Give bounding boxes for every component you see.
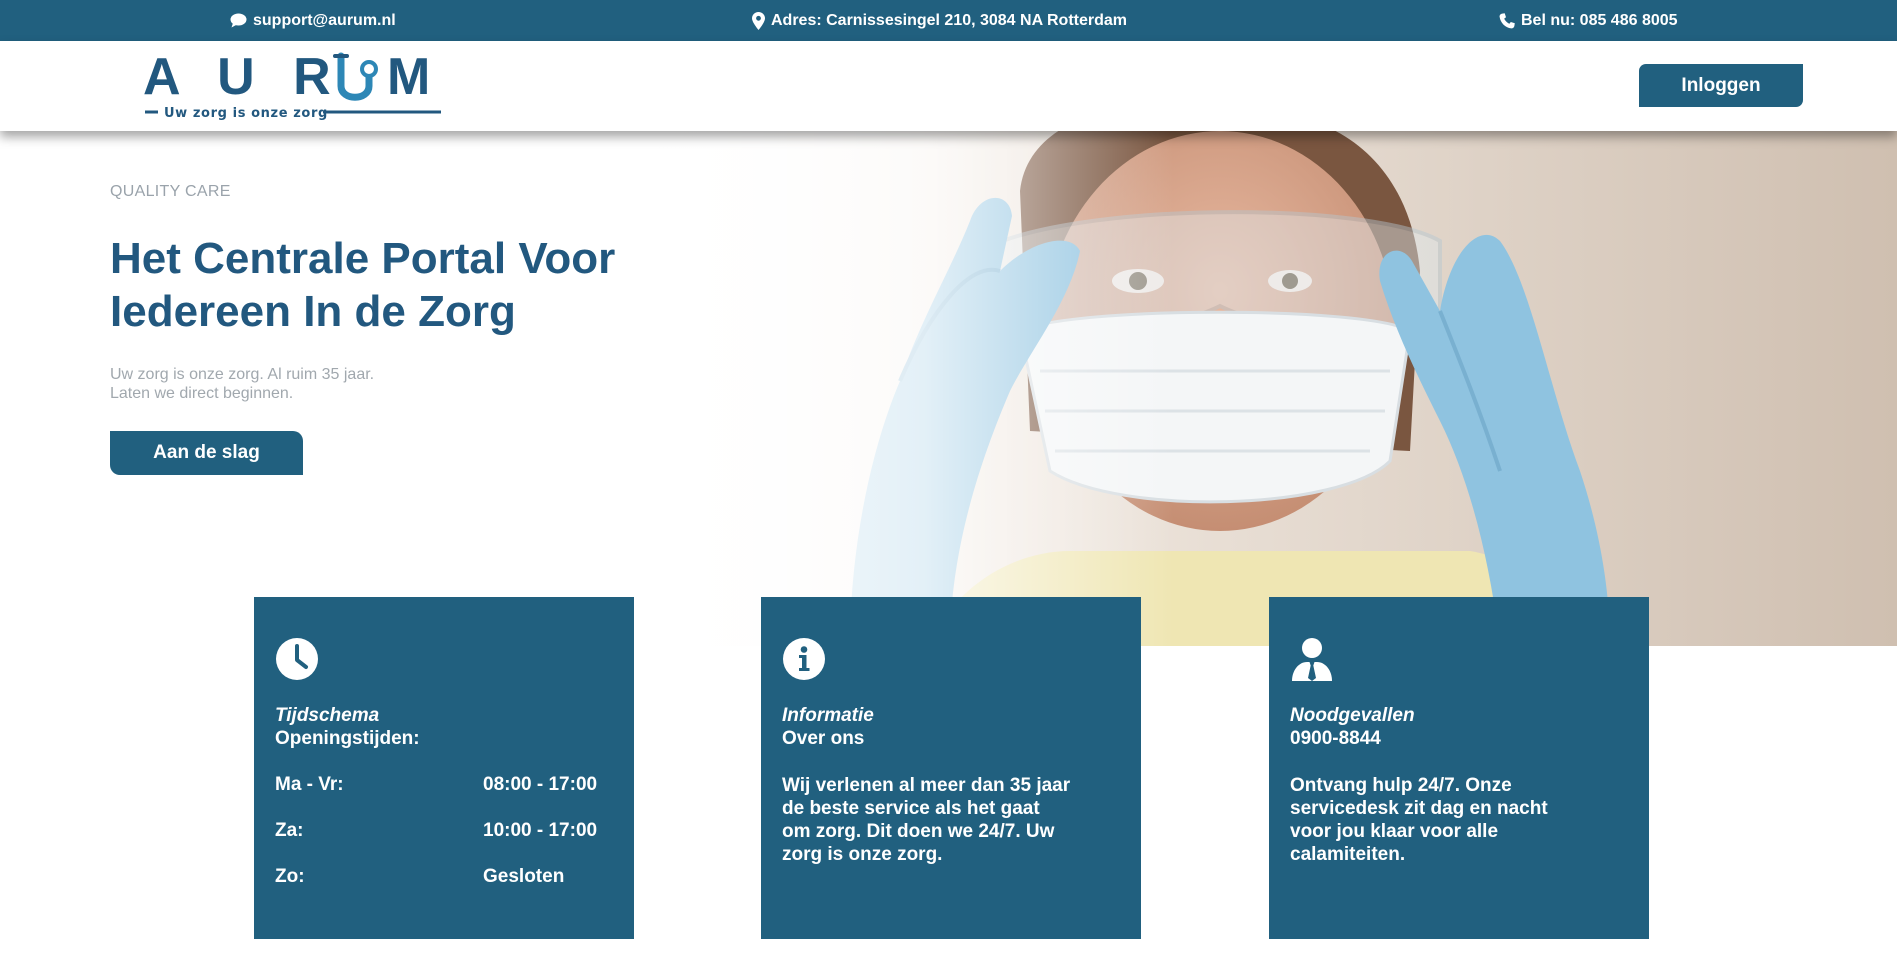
info-card: Informatie Over ons Wij verlenen al meer…	[761, 597, 1141, 939]
clock-icon	[276, 638, 318, 680]
hero-subtext-line-1: Uw zorg is onze zorg. Al ruim 35 jaar.	[110, 366, 375, 383]
logo-tagline: Uw zorg is onze zorg	[164, 106, 328, 121]
emergency-card-body: Ontvang hulp 24/7. Onze servicedesk zit …	[1290, 775, 1548, 865]
hero-kicker: QUALITY CARE	[110, 183, 231, 200]
stethoscope-icon	[333, 52, 378, 101]
emergency-card: Noodgevallen 0900-8844 Ontvang hulp 24/7…	[1269, 597, 1649, 939]
phone-contact[interactable]: Bel nu: 085 486 8005	[1499, 0, 1678, 41]
hero-subtext-line-2: Laten we direct beginnen.	[110, 385, 294, 402]
schedule-time: Gesloten	[483, 866, 565, 887]
hero-section: QUALITY CARE Het Centrale Portal Voor Ie…	[0, 131, 1897, 646]
schedule-time: 10:00 - 17:00	[483, 820, 598, 841]
info-card-subtitle: Over ons	[782, 728, 865, 749]
phone-text[interactable]: Bel nu: 085 486 8005	[1521, 12, 1678, 30]
hero-photo-nurse-with-mask	[650, 131, 1897, 646]
schedule-day: Za:	[275, 820, 304, 841]
schedule-card-title: Tijdschema	[275, 705, 380, 726]
address-contact: Adres: Carnissesingel 210, 3084 NA Rotte…	[752, 0, 1127, 41]
address-text: Adres: Carnissesingel 210, 3084 NA Rotte…	[771, 11, 1127, 29]
phone-icon	[1499, 12, 1515, 28]
user-tie-icon	[1292, 638, 1332, 681]
schedule-time: 08:00 - 17:00	[483, 774, 598, 795]
info-card-title: Informatie	[782, 705, 874, 726]
schedule-card-subtitle: Openingstijden:	[275, 728, 420, 749]
schedule-day: Zo:	[275, 866, 305, 887]
emergency-card-subtitle: 0900-8844	[1290, 728, 1381, 749]
get-started-button[interactable]: Aan de slag	[110, 431, 303, 475]
hero-subtext: Uw zorg is onze zorg. Al ruim 35 jaar. L…	[110, 365, 374, 403]
hero-headline-line-2: Iedereen In de Zorg	[110, 287, 516, 336]
hero-headline-line-1: Het Centrale Portal Voor	[110, 234, 616, 283]
map-marker-icon	[752, 11, 765, 30]
login-button[interactable]: Inloggen	[1639, 64, 1803, 107]
logo-letters-left: A U R	[143, 49, 343, 106]
info-card-body: Wij verlenen al meer dan 35 jaar de best…	[782, 775, 1071, 865]
schedule-day: Ma - Vr:	[275, 774, 344, 795]
aurum-logo[interactable]: A U R M Uw zorg is onze zorg	[143, 49, 443, 121]
chat-bubble-icon	[230, 13, 247, 28]
info-icon	[783, 638, 825, 680]
email-contact[interactable]: support@aurum.nl	[230, 0, 396, 41]
top-contact-bar: support@aurum.nl Adres: Carnissesingel 2…	[0, 0, 1897, 41]
logo-letter-right: M	[387, 49, 430, 106]
emergency-card-title: Noodgevallen	[1290, 705, 1415, 726]
email-text[interactable]: support@aurum.nl	[253, 12, 396, 30]
hero-headline: Het Centrale Portal Voor Iedereen In de …	[110, 232, 670, 338]
schedule-card: Tijdschema Openingstijden: Ma - Vr: 08:0…	[254, 597, 634, 939]
